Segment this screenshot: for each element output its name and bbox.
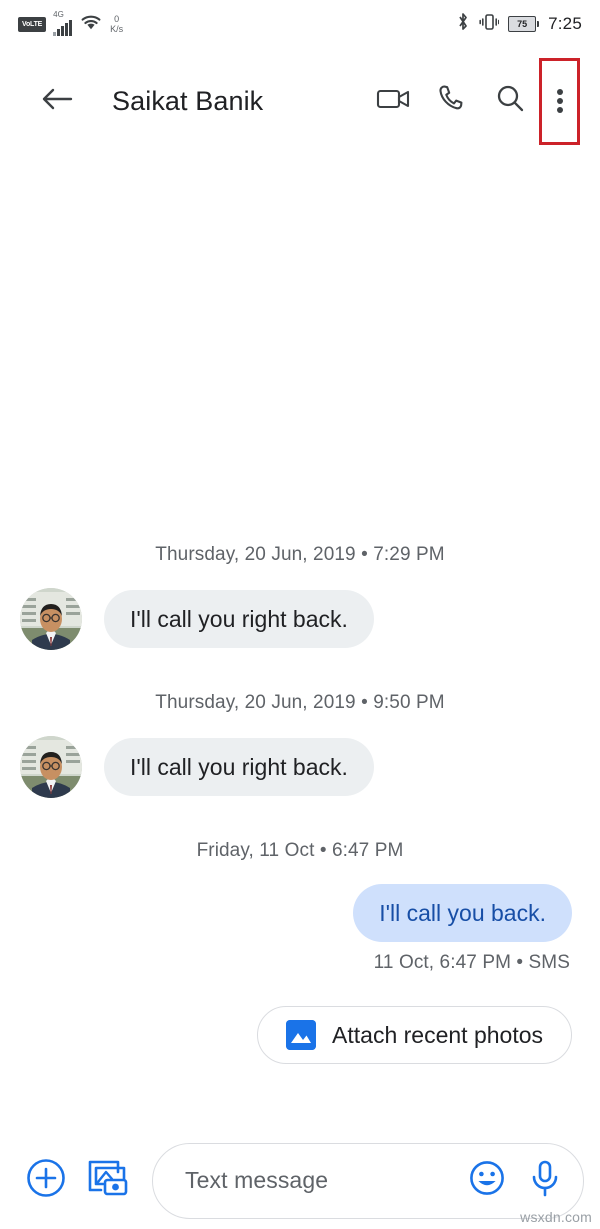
signal-bar — [65, 22, 69, 36]
vibrate-icon — [479, 11, 500, 38]
message-thread[interactable]: Thursday, 20 Jun, 2019 • 7:29 PM I'll ca… — [0, 144, 600, 1144]
attach-recent-photos-chip[interactable]: Attach recent photos — [257, 1006, 572, 1064]
message-bubble-incoming[interactable]: I'll call you right back. — [104, 590, 374, 648]
cellular-signal-icon: 4G — [53, 9, 73, 36]
microphone-icon — [525, 1156, 565, 1205]
signal-bar — [61, 25, 65, 36]
page-title: Saikat Banik — [112, 85, 264, 116]
video-call-icon — [376, 85, 412, 118]
wifi-icon — [79, 12, 103, 37]
thread-empty-space — [0, 144, 600, 544]
voice-call-button[interactable] — [423, 72, 481, 130]
signal-bar — [69, 19, 73, 36]
compose-bar: Text message — [0, 1132, 600, 1229]
message-row-incoming[interactable]: I'll call you right back. — [0, 736, 600, 798]
video-call-button[interactable] — [365, 72, 423, 130]
message-row-incoming[interactable]: I'll call you right back. — [0, 588, 600, 650]
message-bubble-incoming[interactable]: I'll call you right back. — [104, 738, 374, 796]
avatar[interactable] — [20, 588, 82, 650]
message-bubble-outgoing[interactable]: I'll call you back. — [353, 884, 572, 942]
battery-cap — [537, 21, 540, 27]
battery-body: 75 — [508, 16, 537, 32]
gallery-camera-button[interactable] — [84, 1157, 132, 1205]
status-bar: VoLTE 4G 0 K/s 75 7:25 — [0, 0, 600, 48]
chip-label: Attach recent photos — [332, 1021, 543, 1048]
photo-image-icon — [286, 1020, 317, 1050]
status-clock: 7:25 — [548, 14, 582, 33]
plus-circle-icon — [23, 1155, 69, 1206]
back-button[interactable] — [28, 72, 86, 130]
search-button[interactable] — [481, 72, 539, 130]
suggestion-chip-row: Attach recent photos — [0, 1006, 600, 1064]
overflow-menu-button[interactable] — [539, 57, 580, 145]
status-bar-right: 75 7:25 — [456, 11, 582, 38]
thread-gap — [0, 798, 600, 840]
message-status: 11 Oct, 6:47 PM • SMS — [373, 952, 570, 973]
day-separator: Thursday, 20 Jun, 2019 • 7:29 PM — [155, 544, 445, 565]
battery-icon: 75 — [508, 16, 540, 32]
gallery-camera-icon — [85, 1156, 131, 1205]
text-message-input[interactable]: Text message — [185, 1167, 453, 1194]
emoji-smiley-icon — [466, 1157, 508, 1204]
network-type-label: 4G — [53, 9, 64, 19]
signal-bar — [57, 28, 61, 36]
back-arrow-icon — [40, 84, 74, 119]
data-speed-value: 0 — [114, 14, 120, 24]
search-icon — [494, 83, 526, 120]
phone-call-icon — [436, 83, 468, 120]
message-row-outgoing[interactable]: I'll call you back. — [0, 884, 600, 942]
overflow-highlight-box — [539, 57, 580, 145]
day-separator: Friday, 11 Oct • 6:47 PM — [196, 840, 404, 861]
message-input-field[interactable]: Text message — [152, 1142, 584, 1219]
data-speed-unit: K/s — [110, 24, 124, 34]
bluetooth-icon — [456, 11, 470, 38]
data-speed-indicator: 0 K/s — [110, 14, 123, 34]
thread-gap — [0, 650, 600, 692]
status-bar-left: VoLTE 4G 0 K/s — [18, 9, 123, 37]
signal-bar — [53, 31, 57, 36]
add-attachment-button[interactable] — [22, 1157, 70, 1205]
voice-input-button[interactable] — [521, 1157, 569, 1205]
volte-icon: VoLTE — [18, 16, 47, 32]
site-watermark: wsxdn.com — [520, 1209, 592, 1225]
day-separator: Thursday, 20 Jun, 2019 • 9:50 PM — [155, 692, 445, 713]
avatar[interactable] — [20, 736, 82, 798]
battery-percent-label: 75 — [517, 18, 528, 29]
app-bar: Saikat Banik — [0, 57, 600, 145]
emoji-button[interactable] — [463, 1157, 511, 1205]
